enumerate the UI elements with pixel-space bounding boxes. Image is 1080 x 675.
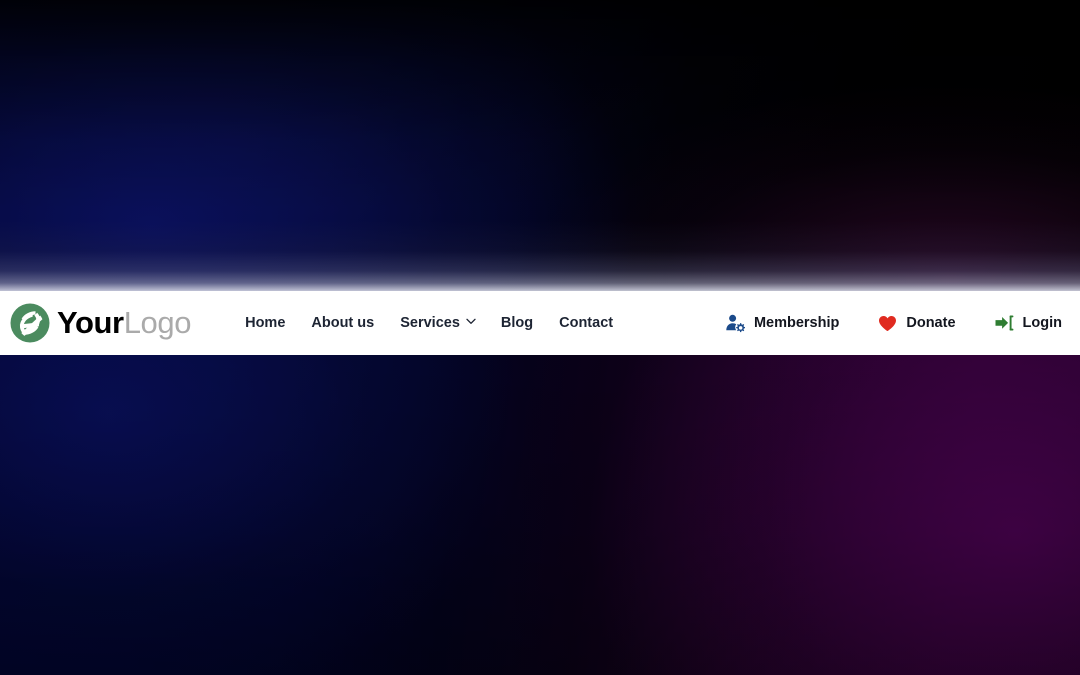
hero-background-top [0,0,1080,291]
brand-logo-link[interactable]: YourLogo [9,302,191,344]
site-navbar: YourLogo Home About us Services Blog Con… [0,291,1080,355]
nav-item-blog[interactable]: Blog [501,315,533,331]
membership-label: Membership [753,315,840,331]
nav-item-home[interactable]: Home [245,315,285,331]
donate-label: Donate [906,315,956,331]
brand-name: YourLogo [57,307,191,340]
sign-in-icon [994,313,1014,333]
nav-item-blog-label: Blog [500,315,534,331]
nav-item-services[interactable]: Services [400,315,476,331]
nav-item-about-us[interactable]: About us [311,315,374,331]
login-link[interactable]: Login [994,313,1062,333]
navbar-actions: Membership Donate Login [725,313,1062,333]
nav-item-services-label: Services [400,315,460,331]
brand-name-strong: Your [57,304,124,340]
hero-top-overlay [0,0,1080,291]
page-root: YourLogo Home About us Services Blog Con… [0,0,1080,675]
login-label: Login [1022,315,1062,331]
membership-link[interactable]: Membership [725,313,839,333]
user-gear-icon [725,313,745,333]
chevron-down-icon [466,318,476,327]
brand-name-light: Logo [123,304,192,340]
nav-item-about-us-label: About us [311,315,375,331]
nav-item-contact-label: Contact [559,315,614,331]
hero-background-bottom [0,355,1080,675]
nav-item-contact[interactable]: Contact [559,315,613,331]
hero-bottom-overlay [0,355,1080,675]
nav-item-home-label: Home [245,315,286,331]
primary-navigation: Home About us Services Blog Contact [245,315,613,331]
heart-icon [877,313,897,333]
swirl-circle-logo-icon [9,302,51,344]
donate-link[interactable]: Donate [877,313,956,333]
